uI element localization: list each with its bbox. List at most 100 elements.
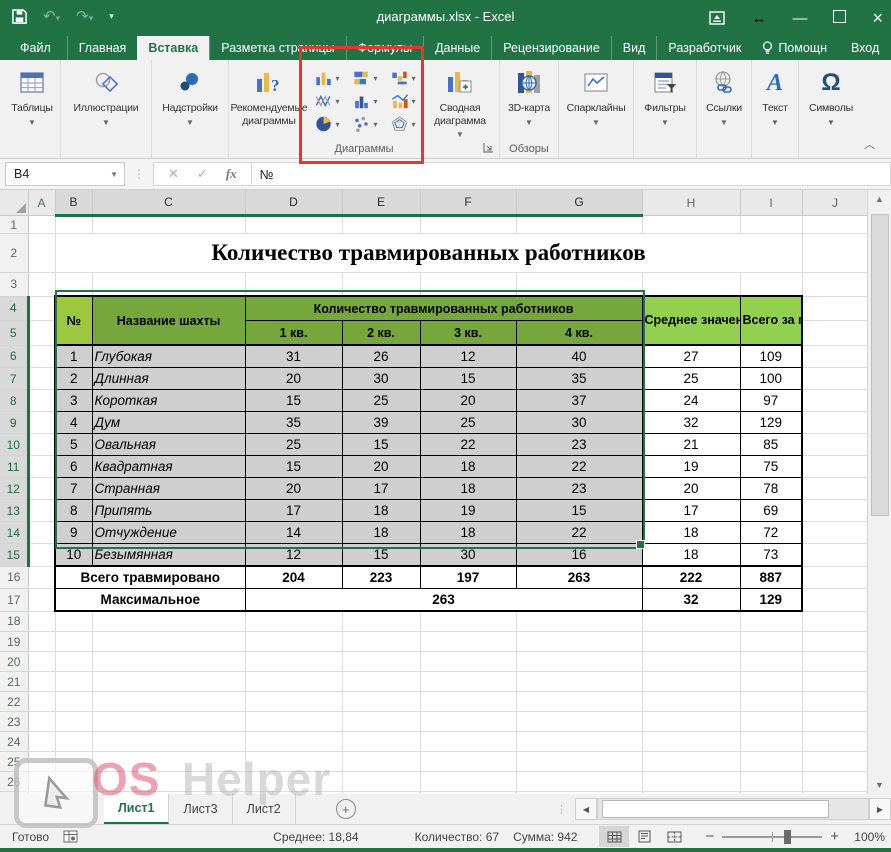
cell-G23[interactable] (516, 712, 642, 732)
combo-chart-icon[interactable]: ▾ (384, 92, 422, 110)
cell-I19[interactable] (740, 632, 802, 652)
scroll-right-icon[interactable]: ▶ (869, 798, 891, 820)
cell-H9[interactable]: 32 (642, 412, 740, 434)
cell-I1[interactable] (740, 216, 802, 234)
cell-A2[interactable] (28, 234, 55, 273)
cell-F7[interactable]: 15 (420, 368, 516, 390)
row-header-16[interactable]: 16 (0, 566, 28, 589)
cell-J26[interactable] (802, 772, 867, 792)
cell-J21[interactable] (802, 672, 867, 692)
macro-record-icon[interactable] (63, 830, 78, 843)
cell-J24[interactable] (802, 732, 867, 752)
zoom-slider[interactable] (722, 836, 822, 838)
row-header-21[interactable]: 21 (0, 672, 28, 692)
row-header-8[interactable]: 8 (0, 390, 28, 412)
cell-J16[interactable] (802, 566, 867, 589)
cell-E10[interactable]: 15 (342, 434, 420, 456)
cell-J25[interactable] (802, 752, 867, 772)
select-all-corner[interactable] (0, 190, 28, 216)
splitter-handle[interactable]: ⋮ (556, 803, 567, 816)
cell-H26[interactable] (642, 772, 740, 792)
cell-B14[interactable]: 9 (55, 522, 92, 544)
cell-B17[interactable]: Максимальное (55, 589, 245, 612)
cell-J14[interactable] (802, 522, 867, 544)
add-sheet-icon[interactable]: + (336, 799, 356, 819)
cell-F12[interactable]: 18 (420, 478, 516, 500)
cell-C25[interactable] (92, 752, 245, 772)
cell-J9[interactable] (802, 412, 867, 434)
cell-H22[interactable] (642, 692, 740, 712)
cell-C18[interactable] (92, 611, 245, 632)
cell-C12[interactable]: Странная (92, 478, 245, 500)
cell-D17[interactable]: 263 (245, 589, 642, 612)
cell-H25[interactable] (642, 752, 740, 772)
cell-F18[interactable] (420, 611, 516, 632)
cell-D1[interactable] (245, 216, 342, 234)
cell-A14[interactable] (28, 522, 55, 544)
cell-I17[interactable]: 129 (740, 589, 802, 612)
histogram-chart-icon[interactable]: ▾ (346, 92, 384, 110)
row-header-15[interactable]: 15 (0, 544, 28, 567)
cell-I6[interactable]: 109 (740, 345, 802, 368)
cell-C13[interactable]: Припять (92, 500, 245, 522)
cell-F25[interactable] (420, 752, 516, 772)
pivot-chart-button[interactable]: Сводная диаграмма ▼ (422, 60, 498, 139)
cell-F23[interactable] (420, 712, 516, 732)
scroll-down-icon[interactable]: ▼ (868, 776, 891, 794)
filters-button[interactable]: Фильтры ▼ (644, 60, 685, 127)
cell-J3[interactable] (802, 273, 867, 297)
zoom-level[interactable]: 100% (847, 830, 885, 844)
cell-J6[interactable] (802, 345, 867, 368)
cell-A3[interactable] (28, 273, 55, 297)
formula-input[interactable]: № (252, 162, 891, 186)
illustrations-button[interactable]: Иллюстрации ▼ (74, 60, 139, 127)
cell-F24[interactable] (420, 732, 516, 752)
tab-insert[interactable]: Вставка (137, 36, 209, 60)
cell-G3[interactable] (516, 273, 642, 297)
cell-E15[interactable]: 15 (342, 544, 420, 567)
cell-D10[interactable]: 25 (245, 434, 342, 456)
column-header-D[interactable]: D (245, 190, 342, 216)
zoom-slider-thumb[interactable] (784, 830, 791, 844)
links-button[interactable]: Ссылки ▼ (706, 60, 742, 127)
cell-E13[interactable]: 18 (342, 500, 420, 522)
cell-D24[interactable] (245, 732, 342, 752)
cell-A16[interactable] (28, 566, 55, 589)
cell-D11[interactable]: 15 (245, 456, 342, 478)
cell-C19[interactable] (92, 632, 245, 652)
cell-B19[interactable] (55, 632, 92, 652)
cell-E14[interactable]: 18 (342, 522, 420, 544)
cell-F13[interactable]: 19 (420, 500, 516, 522)
sheet-title-cell[interactable]: Количество травмированных работников (55, 234, 802, 273)
waterfall-chart-icon[interactable]: ▾ (384, 69, 422, 87)
cell-I21[interactable] (740, 672, 802, 692)
cell-B4[interactable]: № (55, 296, 92, 345)
cell-F5[interactable]: 3 кв. (420, 321, 516, 346)
horizontal-scrollbar[interactable] (597, 798, 869, 820)
collapse-ribbon-icon[interactable]: ︿ (864, 136, 875, 152)
zoom-out-icon[interactable]: − (705, 828, 714, 845)
cell-D21[interactable] (245, 672, 342, 692)
close-icon[interactable]: × (872, 8, 883, 29)
cell-H8[interactable]: 24 (642, 390, 740, 412)
cell-A9[interactable] (28, 412, 55, 434)
cell-A7[interactable] (28, 368, 55, 390)
cell-D14[interactable]: 14 (245, 522, 342, 544)
cell-E5[interactable]: 2 кв. (342, 321, 420, 346)
cell-A6[interactable] (28, 345, 55, 368)
cell-G16[interactable]: 263 (516, 566, 642, 589)
cell-C10[interactable]: Овальная (92, 434, 245, 456)
cell-G24[interactable] (516, 732, 642, 752)
cell-I13[interactable]: 69 (740, 500, 802, 522)
cell-D9[interactable]: 35 (245, 412, 342, 434)
cell-H16[interactable]: 222 (642, 566, 740, 589)
cell-I14[interactable]: 72 (740, 522, 802, 544)
cell-C3[interactable] (92, 273, 245, 297)
tab-home[interactable]: Главная (67, 36, 138, 60)
cell-A25[interactable] (28, 752, 55, 772)
cell-G7[interactable]: 35 (516, 368, 642, 390)
scatter-chart-icon[interactable]: ▾ (346, 115, 384, 133)
column-header-E[interactable]: E (342, 190, 420, 216)
tab-data[interactable]: Данные (423, 36, 491, 60)
cell-G10[interactable]: 23 (516, 434, 642, 456)
